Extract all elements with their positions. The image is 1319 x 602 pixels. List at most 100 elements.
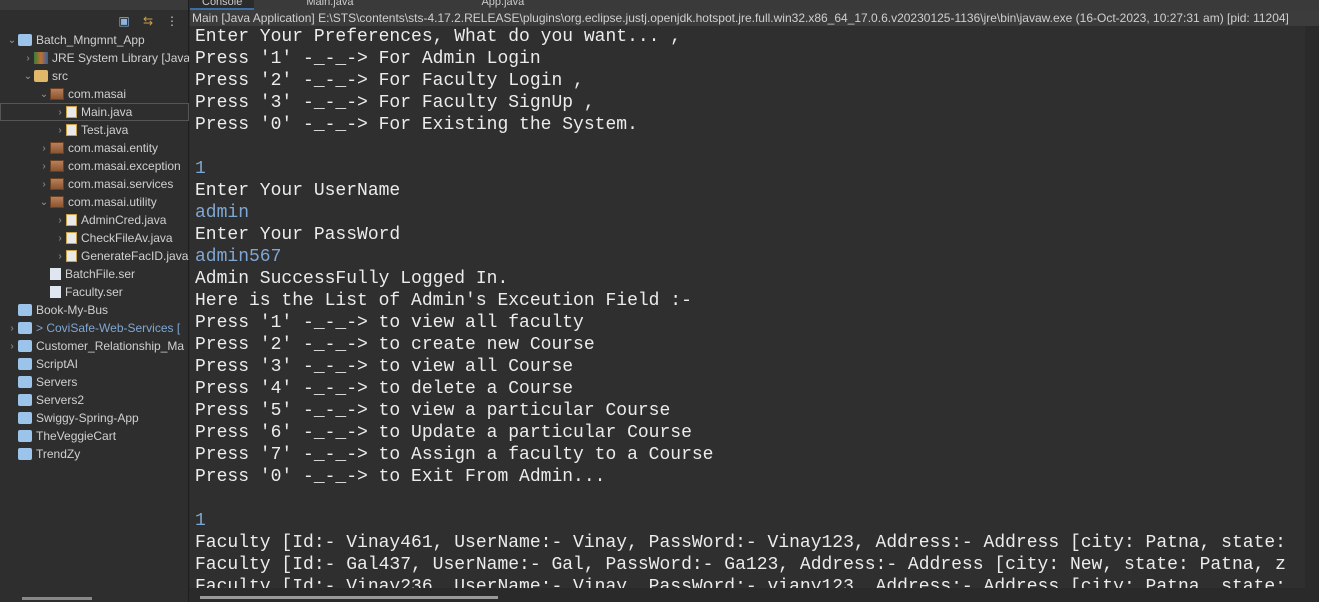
- tree-item-label: com.masai: [68, 87, 127, 101]
- chevron-right-icon[interactable]: ›: [6, 323, 18, 334]
- tree-item[interactable]: ⌄ com.masai.utility: [0, 193, 189, 211]
- link-with-editor-icon[interactable]: ⇆: [140, 14, 156, 28]
- tree-item[interactable]: ⌄ com.masai: [0, 85, 189, 103]
- file-icon: [50, 268, 61, 280]
- proj-icon: [18, 340, 32, 352]
- console-input-line: admin567: [195, 247, 282, 267]
- console-output[interactable]: Enter Your Preferences, What do you want…: [190, 26, 1305, 588]
- console-vertical-scrollbar[interactable]: [1305, 26, 1319, 602]
- chevron-right-icon[interactable]: ›: [6, 341, 18, 352]
- console-output-line: Press '6' -_-_-> to Update a particular …: [195, 423, 692, 443]
- explorer-toolbar: ▣ ⇆ ⋮: [0, 10, 188, 32]
- chevron-right-icon[interactable]: ›: [38, 161, 50, 172]
- tree-item-label: CheckFileAv.java: [81, 231, 173, 245]
- tab-main-java[interactable]: Main.java: [294, 0, 365, 10]
- console-output-line: Press '5' -_-_-> to view a particular Co…: [195, 401, 671, 421]
- tree-item[interactable]: › com.masai.services: [0, 175, 189, 193]
- pkg-icon: [50, 196, 64, 208]
- tree-item-label: TheVeggieCart: [36, 429, 117, 443]
- chevron-right-icon[interactable]: ›: [54, 233, 66, 244]
- tree-item[interactable]: Faculty.ser: [0, 283, 189, 301]
- java-icon: [66, 124, 77, 136]
- tree-item[interactable]: Swiggy-Spring-App: [0, 409, 189, 427]
- console-output-line: Faculty [Id:- Vinay461, UserName:- Vinay…: [195, 533, 1286, 553]
- chevron-down-icon[interactable]: ⌄: [22, 71, 34, 82]
- tree-item[interactable]: › com.masai.exception: [0, 157, 189, 175]
- tree-item-label: com.masai.services: [68, 177, 174, 191]
- tree-item[interactable]: TheVeggieCart: [0, 427, 189, 445]
- proj-icon: [18, 34, 32, 46]
- chevron-down-icon[interactable]: ⌄: [6, 35, 18, 46]
- tree-item-label: > CoviSafe-Web-Services [: [36, 321, 181, 335]
- tree-item[interactable]: › JRE System Library [Java: [0, 49, 189, 67]
- console-output-line: Press '4' -_-_-> to delete a Course: [195, 379, 574, 399]
- tree-item-label: Test.java: [81, 123, 129, 137]
- tree-item[interactable]: Book-My-Bus: [0, 301, 189, 319]
- tree-item[interactable]: › Customer_Relationship_Ma: [0, 337, 189, 355]
- project-tree: ⌄ Batch_Mngmnt_App › JRE System Library [Ja…: [0, 31, 189, 463]
- chevron-down-icon[interactable]: ⌄: [38, 89, 50, 100]
- console-output-line: Press '3' -_-_-> For Faculty SignUp ,: [195, 93, 595, 113]
- tree-item[interactable]: TrendZy: [0, 445, 189, 463]
- console-output-line: Press '0' -_-_-> For Existing the System…: [195, 115, 638, 135]
- explorer-horizontal-scrollbar[interactable]: [22, 597, 92, 600]
- tree-item[interactable]: Servers2: [0, 391, 189, 409]
- tree-item[interactable]: › > CoviSafe-Web-Services [: [0, 319, 189, 337]
- chevron-right-icon[interactable]: ›: [38, 179, 50, 190]
- scrollbar-thumb[interactable]: [200, 596, 498, 599]
- console-input-line: admin: [195, 203, 250, 223]
- chevron-right-icon[interactable]: ›: [38, 143, 50, 154]
- pkg-icon: [50, 142, 64, 154]
- tree-item-label: com.masai.exception: [68, 159, 181, 173]
- proj-icon: [18, 358, 32, 370]
- console-output-line: Press '2' -_-_-> to create new Course: [195, 335, 595, 355]
- proj-icon: [18, 412, 32, 424]
- file-icon: [50, 286, 61, 298]
- src-icon: [34, 70, 48, 82]
- lib-icon: [34, 52, 48, 64]
- tree-item[interactable]: › com.masai.entity: [0, 139, 189, 157]
- tree-item-label: AdminCred.java: [81, 213, 167, 227]
- collapse-all-icon[interactable]: ▣: [116, 14, 132, 28]
- tree-item-label: Servers: [36, 375, 78, 389]
- tree-item[interactable]: BatchFile.ser: [0, 265, 189, 283]
- tree-item[interactable]: › CheckFileAv.java: [0, 229, 189, 247]
- proj-icon: [18, 304, 32, 316]
- chevron-right-icon[interactable]: ›: [54, 215, 66, 226]
- console-output-line: Here is the List of Admin's Exceution Fi…: [195, 291, 692, 311]
- tree-item-label: TrendZy: [36, 447, 81, 461]
- tab-console[interactable]: Console: [190, 0, 255, 10]
- console-output-line: Admin SuccessFully Logged In.: [195, 269, 509, 289]
- tree-item[interactable]: › Main.java: [0, 103, 189, 121]
- tree-item[interactable]: ScriptAI: [0, 355, 189, 373]
- tree-item-label: ScriptAI: [36, 357, 79, 371]
- chevron-right-icon[interactable]: ›: [54, 107, 66, 118]
- pkg-icon: [50, 88, 64, 100]
- chevron-right-icon[interactable]: ›: [54, 251, 66, 262]
- package-explorer-tab[interactable]: [0, 0, 188, 10]
- tab-app-java[interactable]: App.java: [469, 0, 536, 10]
- chevron-down-icon[interactable]: ⌄: [38, 197, 50, 208]
- tree-item-label: Servers2: [36, 393, 85, 407]
- tree-item[interactable]: ⌄ src: [0, 67, 189, 85]
- console-output-line: Faculty [Id:- Gal437, UserName:- Gal, Pa…: [195, 555, 1286, 575]
- tree-item[interactable]: Servers: [0, 373, 189, 391]
- console-output-line: Press '0' -_-_-> to Exit From Admin...: [195, 467, 606, 487]
- console-output-line: Press '3' -_-_-> to view all Course: [195, 357, 574, 377]
- tree-item-label: Swiggy-Spring-App: [36, 411, 139, 425]
- chevron-right-icon[interactable]: ›: [22, 53, 34, 64]
- package-explorer: ▣ ⇆ ⋮ ⌄ Batch_Mngmnt_App › JRE System Libra…: [0, 0, 189, 602]
- tree-item[interactable]: ⌄ Batch_Mngmnt_App: [0, 31, 189, 49]
- tree-item[interactable]: › GenerateFacID.java: [0, 247, 189, 265]
- tree-item[interactable]: › Test.java: [0, 121, 189, 139]
- chevron-right-icon[interactable]: ›: [54, 125, 66, 136]
- tree-item[interactable]: › AdminCred.java: [0, 211, 189, 229]
- console-output-line: Enter Your PassWord: [195, 225, 401, 245]
- console-output-line: Enter Your UserName: [195, 181, 401, 201]
- tree-item-label: Customer_Relationship_Ma: [36, 339, 185, 353]
- console-output-line: Enter Your Preferences, What do you want…: [195, 27, 682, 47]
- tab-editor[interactable]: [405, 0, 429, 10]
- view-menu-icon[interactable]: ⋮: [164, 14, 180, 28]
- console-horizontal-scrollbar[interactable]: [190, 588, 1305, 602]
